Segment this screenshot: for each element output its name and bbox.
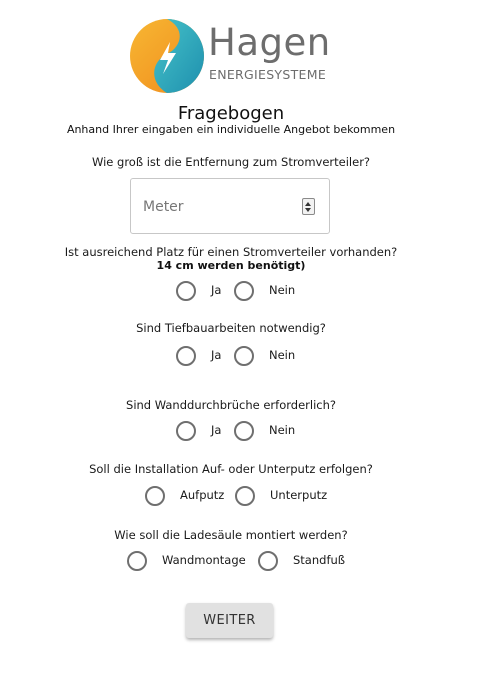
question-mounting: Wie soll die Ladesäule montiert werden? xyxy=(114,528,348,542)
radio-space-ja[interactable] xyxy=(176,281,196,301)
radio-wall-nein[interactable] xyxy=(234,421,254,441)
company-logo: Hagen ENERGIESYSTEME xyxy=(129,18,339,98)
radio-aufputz[interactable] xyxy=(145,486,165,506)
radio-space-nein-label: Nein xyxy=(269,283,296,297)
radio-space-ja-label: Ja xyxy=(211,283,222,297)
distance-field[interactable] xyxy=(130,178,330,234)
radio-civil-ja[interactable] xyxy=(176,346,196,366)
radio-unterputz[interactable] xyxy=(235,486,255,506)
logo-subtitle: ENERGIESYSTEME xyxy=(209,67,327,82)
radio-wall-nein-label: Nein xyxy=(269,423,296,437)
page-subtitle: Anhand Ihrer eingaben ein individuelle A… xyxy=(66,123,396,136)
distance-input[interactable] xyxy=(143,196,293,218)
stepper-up-icon[interactable] xyxy=(305,202,311,206)
question-distance: Wie groß ist die Entfernung zum Stromver… xyxy=(91,155,371,169)
radio-wandmontage-label: Wandmontage xyxy=(162,553,246,567)
radio-wandmontage[interactable] xyxy=(127,551,147,571)
next-button[interactable]: WEITER xyxy=(186,603,273,638)
stepper-down-icon[interactable] xyxy=(305,208,311,212)
radio-civil-nein-label: Nein xyxy=(269,348,296,362)
question-space-note: 14 cm werden benötigt) xyxy=(156,259,306,272)
question-space: Ist ausreichend Platz für einen Stromver… xyxy=(64,245,398,259)
question-civil-works: Sind Tiefbauarbeiten notwendig? xyxy=(136,321,326,335)
radio-civil-nein[interactable] xyxy=(234,346,254,366)
question-installation-type: Soll die Installation Auf- oder Unterput… xyxy=(89,462,373,476)
number-stepper[interactable] xyxy=(302,198,315,215)
logo-wordmark: Hagen xyxy=(208,21,331,64)
radio-aufputz-label: Aufputz xyxy=(180,488,225,502)
radio-wall-ja-label: Ja xyxy=(211,423,222,437)
question-wall-openings: Sind Wanddurchbrüche erforderlich? xyxy=(126,398,336,412)
radio-standfuss-label: Standfuß xyxy=(293,553,346,567)
page-title: Fragebogen xyxy=(177,103,285,124)
radio-unterputz-label: Unterputz xyxy=(270,488,328,502)
lightning-leaf-icon xyxy=(130,19,204,93)
radio-wall-ja[interactable] xyxy=(176,421,196,441)
radio-standfuss[interactable] xyxy=(258,551,278,571)
radio-civil-ja-label: Ja xyxy=(211,348,222,362)
radio-space-nein[interactable] xyxy=(234,281,254,301)
